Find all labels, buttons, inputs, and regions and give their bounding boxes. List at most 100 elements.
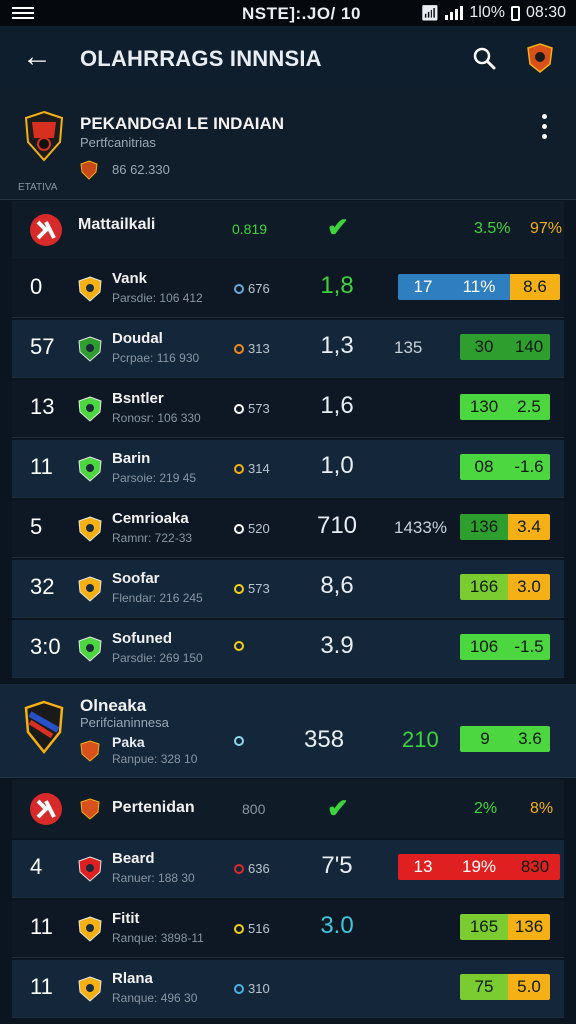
team-row[interactable]: 11 Rlana Ranque: 496 30 310 75 5.0 — [12, 960, 564, 1018]
team-name: Cemrioaka — [112, 510, 189, 527]
team-rank: 32 — [30, 574, 55, 599]
profile-crest-icon[interactable] — [524, 42, 556, 74]
status-dot-icon — [234, 923, 244, 934]
back-arrow-icon[interactable]: ← — [22, 42, 52, 72]
team-row[interactable]: 3:0 Sofuned Parsdie: 269 150 3.9 106 -1.5 — [12, 620, 564, 678]
team-subtitle: Parsoie: 219 45 — [112, 471, 197, 485]
battery-icon — [510, 5, 520, 21]
stat-3: 3.0 — [508, 574, 550, 600]
league2-stat-bar: 9 3.6 — [460, 726, 550, 752]
league2-mid: 210 — [402, 727, 439, 752]
team-row[interactable]: 13 Bsntler Ronosr: 106 330 573 1,6 130 2.5 — [12, 380, 564, 438]
team-stat-bar: 08 -1.6 — [460, 454, 550, 480]
section2-small-crest-icon — [80, 798, 100, 820]
check-icon: ✔ — [327, 212, 349, 242]
league2-subtitle: Perifcianinnesa — [80, 715, 169, 730]
team-crest-icon — [78, 516, 102, 542]
status-dot-icon — [234, 523, 244, 534]
team-dot-value: 516 — [234, 921, 270, 936]
stat-3: 3.4 — [508, 514, 550, 540]
team-row[interactable]: 4 Beard Ranuer: 188 30 636 7'5 13 19% 830 — [12, 840, 564, 898]
team-name: Bsntler — [112, 390, 164, 407]
stat-1: 17 — [398, 274, 448, 300]
small-crest-icon — [80, 160, 98, 180]
league-header[interactable]: PEKANDGAI LE INDAIAN Pertfcanitrias 86 6… — [0, 90, 576, 200]
team-dot-value: 573 — [234, 581, 270, 596]
team-row[interactable]: 11 Fitit Ranque: 3898-11 516 3.0 165 136 — [12, 900, 564, 958]
section2-pct-1: 2% — [474, 800, 498, 817]
league-crest-icon — [24, 110, 64, 162]
signal-icon — [445, 6, 464, 20]
team-stat-bar: 165 136 — [460, 914, 550, 940]
menu-icon[interactable] — [12, 4, 34, 22]
team-score: 3.0 — [320, 912, 354, 939]
stat-2: 75 — [460, 974, 508, 1000]
stat-2: 130 — [460, 394, 508, 420]
section2-value: 800 — [242, 801, 266, 817]
team-row[interactable]: 11 Barin Parsoie: 219 45 314 1,0 08 -1.6 — [12, 440, 564, 498]
team-crest-icon — [78, 636, 102, 662]
team-name: Soofar — [112, 570, 160, 587]
league-meta: 86 62.330 — [112, 162, 170, 177]
app-bar: ← OLAHRRAGS INNNSIA — [0, 26, 576, 90]
team-rank: 11 — [30, 914, 53, 939]
more-options-icon[interactable] — [542, 114, 548, 144]
section2-crest-icon — [30, 793, 62, 825]
league-header-2[interactable]: Olneaka Perifcianinnesa Paka Ranpue: 328… — [0, 684, 576, 778]
team-subtitle: Ranque: 3898-11 — [112, 931, 204, 945]
stat-3: -1.5 — [508, 634, 550, 660]
team-name: Doudal — [112, 330, 163, 347]
section-header[interactable]: Mattailkali 0.819 ✔ 3.5% 97% — [12, 201, 564, 259]
stat-3: 140 — [508, 334, 550, 360]
team-row[interactable]: 5 Cemrioaka Ramnr: 722-33 520 710 1433% 136 3.4 — [12, 500, 564, 558]
team-subtitle: Flendar: 216 245 — [112, 591, 203, 605]
team-mid-value: 135 — [394, 338, 423, 357]
section-header-2[interactable]: Pertenidan 800 ✔ 2% 8% — [12, 780, 564, 838]
status-dot-icon — [234, 463, 244, 474]
team-dot-value: 676 — [234, 281, 270, 296]
clock: 08:30 — [525, 4, 566, 21]
league2-team-sub: Ranpue: 328 10 — [112, 752, 198, 766]
team-dot-value: 636 — [234, 861, 270, 876]
dot-value-text: 310 — [248, 981, 270, 996]
team-dot-value: 314 — [234, 461, 270, 476]
league-subtitle: Pertfcanitrias — [80, 135, 156, 150]
team-name: Fitit — [112, 910, 140, 927]
team-crest-icon — [78, 396, 102, 422]
stat-3: 136 — [508, 914, 550, 940]
team-dot-value: 520 — [234, 521, 270, 536]
league2-team-crest-icon — [80, 740, 100, 762]
team-dot-value: 313 — [234, 341, 270, 356]
status-dot-icon — [234, 583, 244, 594]
team-mid-value: 1433% — [394, 518, 447, 537]
check2-icon: ✔ — [327, 793, 349, 823]
team-stat-bar: 136 3.4 — [460, 514, 550, 540]
dot-value-text: 516 — [248, 921, 270, 936]
stat-3: -1.6 — [508, 454, 550, 480]
status-dot-icon — [234, 343, 244, 354]
league2-crest-icon — [24, 700, 64, 754]
league2-dot-icon — [234, 736, 244, 746]
team-subtitle: Pcrpae: 116 930 — [112, 351, 200, 365]
team-row[interactable]: 0 Vank Parsdie: 106 412 676 1,8 17 11% 8.6 — [12, 260, 564, 318]
stat-2: 106 — [460, 634, 508, 660]
stat-2: 08 — [460, 454, 508, 480]
team-subtitle: Ronosr: 106 330 — [112, 411, 201, 425]
team-row[interactable]: 57 Doudal Pcrpae: 116 930 313 1,3 135 30 140 — [12, 320, 564, 378]
team-name: Sofuned — [112, 630, 172, 647]
team-stat-bar: 130 2.5 — [460, 394, 550, 420]
status-right: 📶︎ 1l0% 08:30 — [420, 4, 566, 22]
team-subtitle: Ranque: 496 30 — [112, 991, 198, 1005]
team-subtitle: Ramnr: 722-33 — [112, 531, 193, 545]
section-label: Mattailkali — [78, 216, 156, 233]
team-crest-icon — [78, 916, 102, 942]
section-pct-1: 3.5% — [474, 220, 511, 237]
search-icon[interactable] — [472, 46, 496, 70]
team-rank: 13 — [30, 394, 55, 419]
stat-2: 30 — [460, 334, 508, 360]
team-dot-value — [234, 641, 248, 651]
team-row[interactable]: 32 Soofar Flendar: 216 245 573 8,6 166 3.0 — [12, 560, 564, 618]
team-rank: 57 — [30, 334, 55, 359]
team-subtitle: Parsdie: 269 150 — [112, 651, 203, 665]
team-score: 710 — [316, 512, 358, 539]
